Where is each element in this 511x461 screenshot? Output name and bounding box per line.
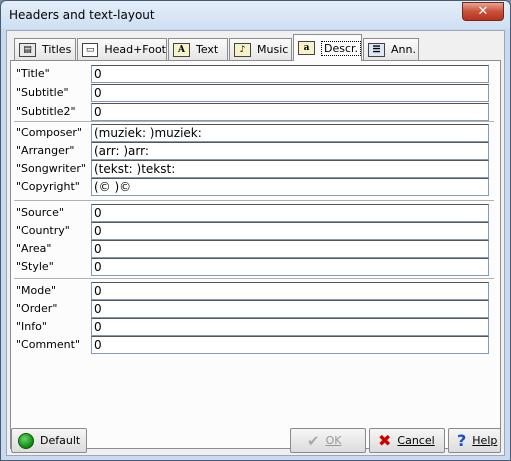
field-label: "Copyright"	[16, 180, 80, 193]
subtitle2-field[interactable]	[91, 103, 489, 121]
tab-label: Descr.	[320, 40, 361, 56]
composer-field[interactable]	[91, 124, 489, 142]
green-circle-icon	[18, 432, 34, 449]
tab-label: Text	[196, 43, 219, 56]
area-field[interactable]	[91, 240, 489, 258]
default-button-label: Default	[40, 434, 81, 447]
text-a-icon: A	[173, 42, 190, 57]
cancel-button-label: Cancel	[397, 434, 435, 447]
field-row-mode: "Mode"	[16, 282, 494, 300]
field-row-subtitle: "Subtitle"	[16, 84, 494, 102]
help-question-icon: ?	[457, 431, 467, 450]
copyright-field[interactable]	[91, 178, 489, 196]
tab-label: Ann.	[391, 43, 416, 56]
style-field[interactable]	[91, 258, 489, 276]
help-button[interactable]: ? Help	[448, 428, 501, 453]
close-icon: ✕	[477, 4, 489, 19]
mode-field[interactable]	[91, 282, 489, 300]
title-bar[interactable]: Headers and text-layout ✕	[1, 1, 510, 29]
tab-titles[interactable]: ▤ Titles	[14, 38, 76, 60]
dialog-client-area: ▤ Titles ▭ Head+Foot A Text ♪ Music a De…	[6, 30, 505, 456]
field-label: "Area"	[16, 242, 52, 255]
tab-label: Music	[257, 43, 289, 56]
ann-icon: ☰	[368, 42, 385, 57]
field-row-songwriter: "Songwriter"	[16, 160, 494, 178]
field-row-composer: "Composer"	[16, 124, 494, 142]
title-field[interactable]	[91, 65, 489, 83]
field-row-arranger: "Arranger"	[16, 142, 494, 160]
help-button-label: Help	[472, 434, 498, 447]
cancel-x-icon: ✖	[378, 431, 392, 450]
field-label: "Country"	[16, 224, 70, 237]
cancel-button[interactable]: ✖ Cancel	[369, 428, 445, 453]
field-label: "Songwriter"	[16, 162, 86, 175]
field-label: "Arranger"	[16, 144, 75, 157]
tab-descr[interactable]: a Descr.	[293, 34, 362, 61]
titles-icon: ▤	[19, 42, 36, 57]
field-label: "Subtitle"	[16, 86, 69, 99]
ok-button-label: OK	[325, 434, 342, 447]
field-row-source: "Source"	[16, 204, 494, 222]
country-field[interactable]	[91, 222, 489, 240]
tab-label: Head+Foot	[104, 43, 166, 56]
field-label: "Mode"	[16, 284, 57, 297]
close-button[interactable]: ✕	[462, 2, 504, 21]
field-row-copyright: "Copyright"	[16, 178, 494, 196]
tab-music[interactable]: ♪ Music	[229, 38, 292, 60]
comment-field[interactable]	[91, 336, 489, 354]
source-field[interactable]	[91, 204, 489, 222]
field-label: "Composer"	[16, 126, 82, 139]
checkmark-icon: ✔	[307, 431, 320, 450]
field-row-country: "Country"	[16, 222, 494, 240]
descr-panel: "Title" "Subtitle" "Subtitle2" "Composer…	[10, 60, 501, 449]
field-label: "Title"	[16, 67, 50, 80]
descr-icon: a	[298, 41, 315, 55]
tab-label: Titles	[42, 43, 72, 56]
group-divider	[14, 121, 494, 123]
tab-head-foot[interactable]: ▭ Head+Foot	[77, 38, 167, 60]
field-row-comment: "Comment"	[16, 336, 494, 354]
tab-ann[interactable]: ☰ Ann.	[363, 38, 419, 60]
field-row-title: "Title"	[16, 65, 494, 83]
order-field[interactable]	[91, 300, 489, 318]
field-row-order: "Order"	[16, 300, 494, 318]
field-label: "Source"	[16, 206, 64, 219]
window-title: Headers and text-layout	[9, 8, 155, 22]
ok-button[interactable]: ✔ OK	[290, 428, 366, 453]
field-label: "Order"	[16, 302, 58, 315]
field-row-area: "Area"	[16, 240, 494, 258]
music-icon: ♪	[234, 42, 251, 57]
field-row-style: "Style"	[16, 258, 494, 276]
subtitle-field[interactable]	[91, 84, 489, 102]
group-divider	[14, 200, 494, 202]
field-label: "Style"	[16, 260, 54, 273]
dialog-window: Headers and text-layout ✕ ▤ Titles ▭ Hea…	[0, 0, 511, 461]
field-label: "Info"	[16, 320, 47, 333]
field-label: "Subtitle2"	[16, 105, 76, 118]
info-field[interactable]	[91, 318, 489, 336]
default-button[interactable]: Default	[11, 428, 87, 453]
songwriter-field[interactable]	[91, 160, 489, 178]
tab-text[interactable]: A Text	[168, 38, 228, 60]
head-foot-icon: ▭	[82, 42, 99, 57]
field-label: "Comment"	[16, 338, 81, 351]
arranger-field[interactable]	[91, 142, 489, 160]
group-divider	[14, 278, 494, 280]
field-row-subtitle2: "Subtitle2"	[16, 103, 494, 121]
field-row-info: "Info"	[16, 318, 494, 336]
